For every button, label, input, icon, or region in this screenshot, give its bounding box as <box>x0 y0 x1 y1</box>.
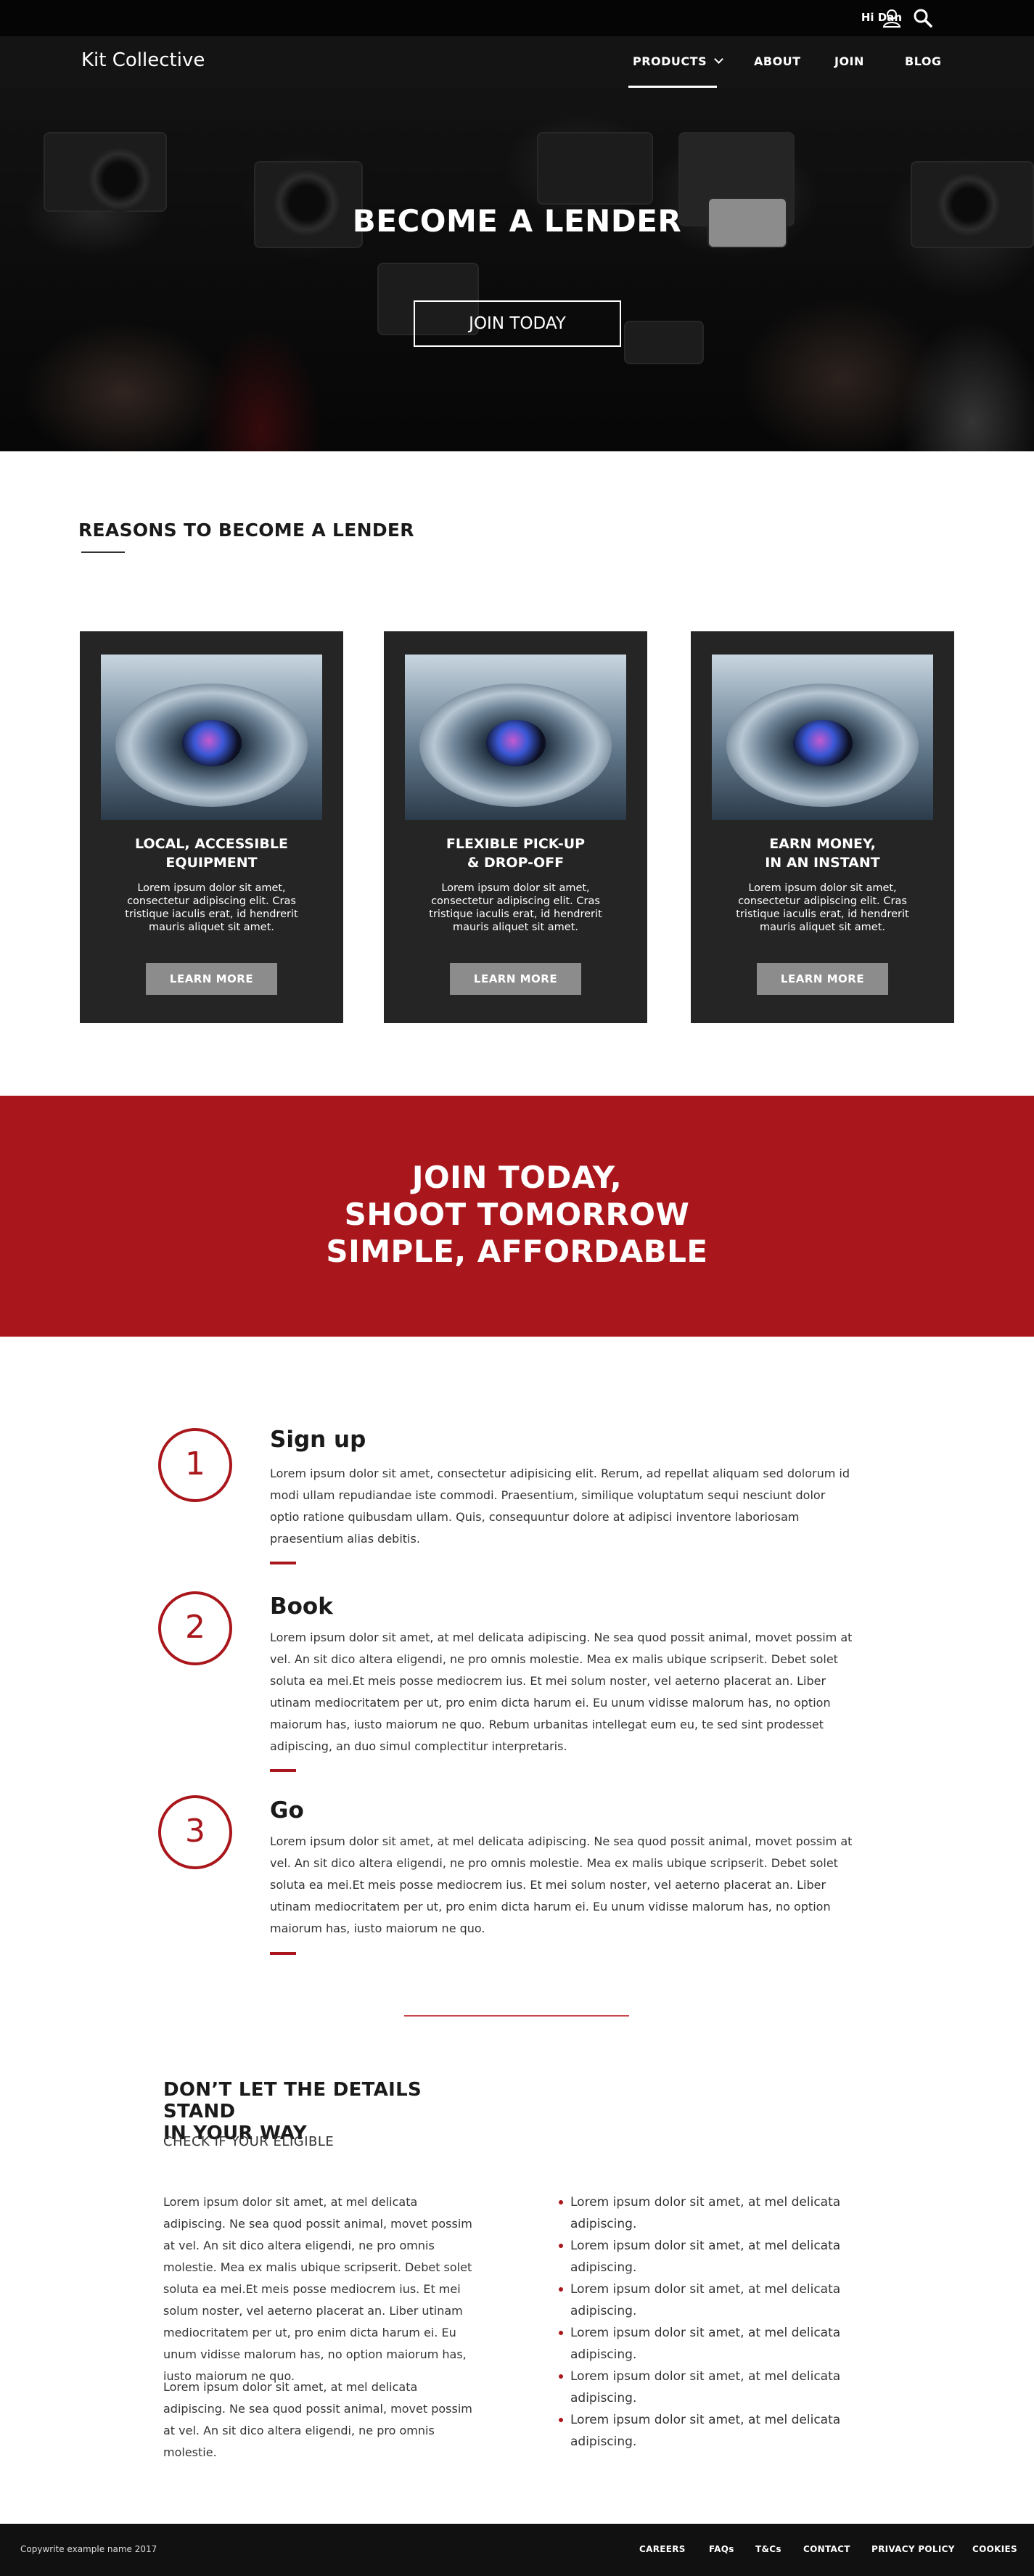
lens-image <box>101 655 322 820</box>
eligibility-list: Lorem ipsum dolor sit amet, at mel delic… <box>559 2191 871 2453</box>
list-item: Lorem ipsum dolor sit amet, at mel delic… <box>559 2235 871 2278</box>
hero-overlay <box>0 89 1034 451</box>
step-heading: Go <box>270 1797 304 1824</box>
learn-more-button[interactable]: LEARN MORE <box>146 963 277 995</box>
step-text: Lorem ipsum dolor sit amet, at mel delic… <box>270 1834 853 1935</box>
nav-item-about[interactable]: ABOUT <box>754 54 801 68</box>
step-text: Lorem ipsum dolor sit amet, consectetur … <box>270 1467 850 1546</box>
copyright-text: Copywrite example name 2017 <box>20 2544 157 2554</box>
reason-card: EARN MONEY, IN AN INSTANT Lorem ipsum dol… <box>691 631 954 1023</box>
nav-active-indicator <box>628 86 717 88</box>
footer: Copywrite example name 2017 CAREERS FAQs… <box>0 2524 1034 2576</box>
card-title: LOCAL, ACCESSIBLE EQUIPMENT <box>80 834 343 872</box>
reasons-title: REASONS TO BECOME A LENDER <box>78 520 414 541</box>
card-title: FLEXIBLE PICK-UP & DROP-OFF <box>384 834 647 872</box>
nav-item-label: PRODUCTS <box>633 54 707 68</box>
step-text: Lorem ipsum dolor sit amet, at mel delic… <box>270 1630 853 1753</box>
footer-link-contact[interactable]: CONTACT <box>803 2544 850 2554</box>
lens-image <box>712 655 933 820</box>
footer-link-privacy-policy[interactable]: PRIVACY POLICY <box>871 2544 955 2554</box>
step-accent-line <box>270 1562 296 1564</box>
details-subtitle: CHECK IF YOUR ELIGIBLE <box>163 2134 335 2149</box>
step-heading: Sign up <box>270 1427 366 1453</box>
join-banner: JOIN TODAY, SHOOT TOMORROW SIMPLE, AFFOR… <box>0 1096 1034 1337</box>
brand-logo[interactable]: Kit Collective <box>81 49 205 71</box>
card-title: EARN MONEY, IN AN INSTANT <box>691 834 954 872</box>
banner-line: JOIN TODAY, <box>411 1160 623 1195</box>
step-number-circle: 1 <box>158 1428 232 1502</box>
lens-glass <box>486 720 546 766</box>
footer-link-careers[interactable]: CAREERS <box>639 2544 686 2554</box>
lens-image <box>405 655 626 820</box>
search-icon[interactable] <box>913 8 933 28</box>
step-number-circle: 2 <box>158 1591 232 1665</box>
footer-link-tcs[interactable]: T&Cs <box>755 2544 781 2554</box>
list-item: Lorem ipsum dolor sit amet, at mel delic… <box>559 2366 871 2409</box>
hero-banner: BECOME A LENDER JOIN TODAY <box>0 89 1034 451</box>
card-text: Lorem ipsum dolor sit amet, consectetur … <box>429 882 602 933</box>
card-text: Lorem ipsum dolor sit amet, consectetur … <box>736 882 909 933</box>
nav-item-blog[interactable]: BLOG <box>905 54 942 68</box>
card-title-line: EARN MONEY, <box>769 836 876 852</box>
reason-card: LOCAL, ACCESSIBLE EQUIPMENT Lorem ipsum d… <box>80 631 343 1023</box>
user-icon[interactable] <box>882 8 902 28</box>
banner-line: SHOOT TOMORROW <box>344 1197 690 1232</box>
learn-more-button[interactable]: LEARN MORE <box>757 963 888 995</box>
section-divider <box>404 2015 629 2017</box>
step-accent-line <box>270 1952 296 1955</box>
utility-bar: Hi Dan <box>0 0 1034 36</box>
card-title-line: IN AN INSTANT <box>765 855 880 871</box>
list-item: Lorem ipsum dolor sit amet, at mel delic… <box>559 2409 871 2453</box>
hero-title: BECOME A LENDER <box>352 203 682 239</box>
card-title-line: FLEXIBLE PICK-UP <box>446 836 586 852</box>
footer-link-cookies[interactable]: COOKIES <box>972 2544 1017 2554</box>
nav-item-products[interactable]: PRODUCTS <box>633 54 723 68</box>
card-title-line: EQUIPMENT <box>165 855 258 871</box>
lens-glass <box>182 720 242 766</box>
list-item: Lorem ipsum dolor sit amet, at mel delic… <box>559 2278 871 2322</box>
lens-glass <box>793 720 853 766</box>
list-item: Lorem ipsum dolor sit amet, at mel delic… <box>559 2191 871 2235</box>
banner-line: SIMPLE, AFFORDABLE <box>326 1234 708 1269</box>
card-title-line: LOCAL, ACCESSIBLE <box>135 836 288 852</box>
details-paragraph: Lorem ipsum dolor sit amet, at mel delic… <box>163 2195 472 2383</box>
main-nav: Kit Collective PRODUCTS ABOUT JOIN BLOG <box>0 36 1034 89</box>
footer-link-faqs[interactable]: FAQs <box>709 2544 734 2554</box>
step-number-circle: 3 <box>158 1795 232 1869</box>
list-item: Lorem ipsum dolor sit amet, at mel delic… <box>559 2322 871 2366</box>
reason-card: FLEXIBLE PICK-UP & DROP-OFF Lorem ipsum d… <box>384 631 647 1023</box>
title-underline <box>81 551 125 553</box>
details-paragraph: Lorem ipsum dolor sit amet, at mel delic… <box>163 2380 472 2459</box>
join-today-button[interactable]: JOIN TODAY <box>414 300 621 347</box>
card-text: Lorem ipsum dolor sit amet, consectetur … <box>125 882 298 933</box>
step-heading: Book <box>270 1593 333 1620</box>
card-title-line: & DROP-OFF <box>467 855 565 871</box>
details-title-line: DON’T LET THE DETAILS STAND <box>163 2079 422 2122</box>
learn-more-button[interactable]: LEARN MORE <box>450 963 581 995</box>
step-accent-line <box>270 1769 296 1772</box>
nav-item-join[interactable]: JOIN <box>834 54 864 68</box>
chevron-down-icon <box>714 54 723 64</box>
